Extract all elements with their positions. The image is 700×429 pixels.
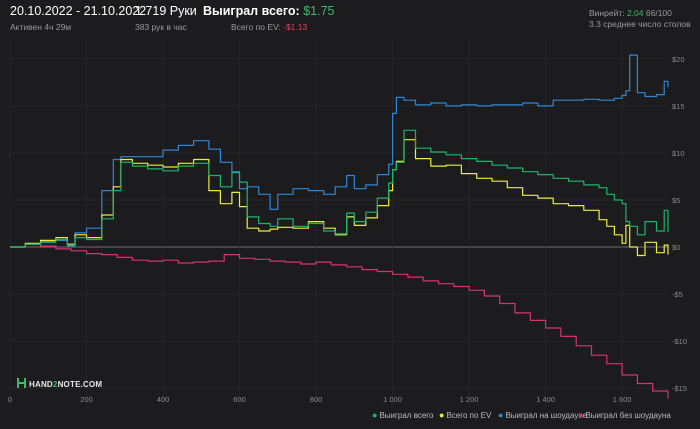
x-tick-label: 1 400 [536, 395, 555, 404]
plot-area [10, 40, 668, 407]
legend-item-ev[interactable]: ● Всего по EV [439, 410, 491, 420]
x-tick-label: 1 200 [460, 395, 479, 404]
handnote-logo: HAND2NOTE.COM [17, 378, 102, 389]
x-tick-label: 800 [310, 395, 323, 404]
x-tick-label: 1 000 [383, 395, 402, 404]
y-tick-label: -$15 [672, 384, 687, 393]
legend-item-non-showdown[interactable]: ● Выиграл без шоудауна [578, 410, 671, 420]
legend-item-won-total[interactable]: ● Выиграл всего [372, 410, 434, 420]
x-tick-label: 1 600 [613, 395, 632, 404]
legend-item-showdown[interactable]: ● Выиграл на шоудауне [498, 410, 587, 420]
x-tick-label: 200 [80, 395, 93, 404]
logo-text-left: HAND [29, 380, 53, 389]
x-tick-label: 400 [157, 395, 170, 404]
x-tick-label: 0 [8, 395, 12, 404]
logo-text-right: NOTE.COM [57, 380, 103, 389]
x-tick-label: 600 [233, 395, 246, 404]
handnote-logo-icon [17, 378, 26, 388]
y-tick-label: $20 [672, 55, 685, 64]
y-axis-labels: $20 $15 $10 $5 $0 -$5 -$10 -$15 [672, 55, 687, 393]
y-tick-label: -$10 [672, 337, 687, 346]
y-tick-label: -$5 [672, 290, 683, 299]
y-tick-label: $10 [672, 149, 685, 158]
y-tick-label: $5 [672, 196, 680, 205]
y-tick-label: $15 [672, 102, 685, 111]
profit-chart: $20 $15 $10 $5 $0 -$5 -$10 -$15 0 200 400 600 800 1 … [8, 40, 687, 407]
y-tick-label: $0 [672, 243, 680, 252]
